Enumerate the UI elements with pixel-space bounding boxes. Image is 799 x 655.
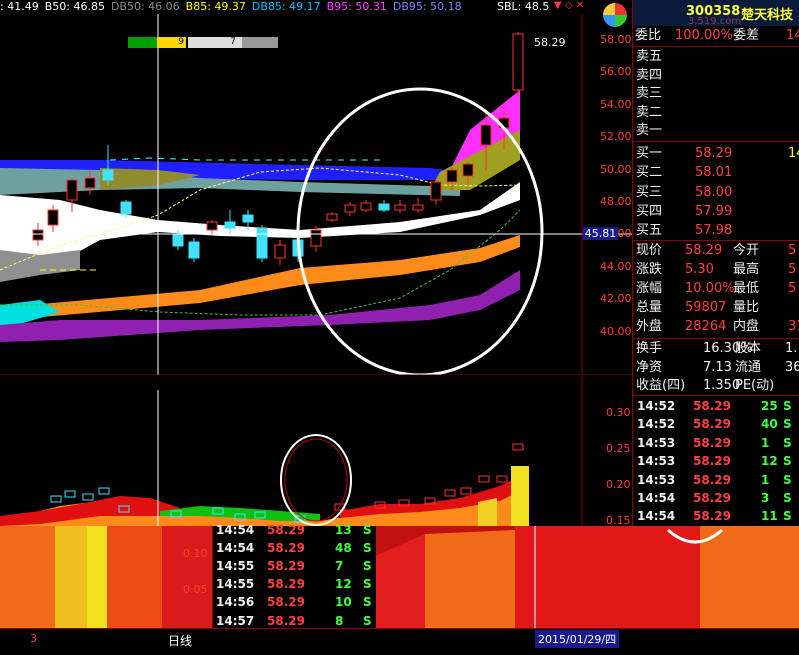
quote-row: 外盘28264内盘31: [636, 319, 799, 334]
quote-row: 总量 59807 量比: [636, 300, 760, 315]
window-control-icons[interactable]: ▼ ◇ ✕: [554, 0, 584, 11]
current-price-tag: 45.81: [583, 227, 618, 240]
bid-row: 买三 58.00: [636, 184, 733, 200]
candlestick-chart[interactable]: [0, 0, 632, 375]
stock-name: 楚天科技: [741, 8, 794, 23]
price-axis-label: 54.00: [600, 97, 632, 111]
tick-row: 14:53 58.29 1 S: [637, 435, 792, 450]
bid-row: 买四 57.99: [636, 203, 733, 219]
price-axis-label: 44.00: [600, 259, 632, 273]
legend-item: DB95: 50.18: [392, 0, 462, 13]
axis-label-005: 0.05: [183, 583, 208, 596]
tick-row: 14:55 58.29 7 S: [216, 559, 372, 574]
tick-row: 14:54 58.29 3 S: [637, 491, 792, 505]
sbl-label: SBL: 48.5: [497, 0, 550, 13]
legend-item: DB85: 49.17: [251, 0, 321, 13]
price-axis-label: 48.00: [600, 195, 632, 208]
legend-item: B85: 49.37: [185, 0, 246, 13]
indicator-axis-label: 0.30: [606, 406, 631, 419]
price-axis-label: 40.00: [600, 324, 632, 338]
indicator-axis-label: 0.20: [606, 478, 631, 491]
quote-panel: 300358 楚天科技 3.519.com 委比 100.00% 委差 14 卖…: [603, 0, 799, 526]
indicator-legend: : 41.49 B50: 46.85 DB50: 46.06 B85: 49.37 DB…: [0, 0, 468, 14]
bottom-left-number: 3: [30, 632, 37, 645]
quote-row: 涨幅 10.00% 最低 5: [636, 281, 797, 296]
bottom-heat-strip: 0.10 0.05: [0, 526, 799, 628]
tick-row: 14:52 58.29 40 S: [637, 417, 792, 432]
price-axis-label: 58.00: [600, 33, 632, 46]
tick-row: 14:55 58.29 12 S: [216, 577, 372, 592]
tick-list-middle[interactable]: 14:54 58.29 13 S 14:54 58.29 48 S 14:55 58.29 7 S 14…: [212, 523, 376, 646]
ask-row: 卖一: [636, 123, 663, 138]
bid-row: 买二 58.01: [636, 165, 733, 181]
tick-row: 14:56 58.29 10 S: [216, 595, 372, 610]
price-axis-label: 42.00: [600, 292, 632, 306]
watermark: 3.519.com: [688, 16, 742, 27]
price-axis-label: 52.00: [600, 130, 632, 144]
tick-row: 14:54 58.29 11 S: [637, 509, 792, 524]
ask-row: 卖三: [636, 86, 663, 101]
axis-label-010: 0.10: [183, 547, 208, 560]
main-chart-panel[interactable]: : 41.49 B50: 46.85 DB50: 46.06 B85: 49.37 DB…: [0, 0, 632, 375]
ask-row: 卖五: [636, 49, 663, 64]
legend-item: DB50: 46.06: [110, 0, 180, 13]
bottom-bar: 3 日线 2015/01/29/四: [0, 628, 799, 655]
gray-badge: 7: [188, 37, 278, 48]
fundamental-row: 净资 7.13 流通 36: [636, 359, 799, 375]
legend-item: : 41.49: [0, 0, 39, 13]
ask-row: 卖二: [636, 104, 663, 120]
tick-row: 14:57 58.29 8 S: [216, 613, 372, 628]
fundamental-row: 换手 16.30% 股本 1.: [636, 341, 798, 356]
period-tab-daily[interactable]: 日线: [168, 632, 192, 649]
indicator-axis-label: 0.25: [606, 442, 631, 455]
tick-row: 14:53 58.29 1 S: [637, 472, 792, 487]
price-axis-label: 50.00: [600, 162, 632, 176]
legend-item: B95: 50.31: [326, 0, 387, 13]
tick-row: 14:53 58.29 12 S: [637, 454, 792, 469]
tick-row: 14:54 58.29 48 S: [216, 541, 372, 556]
logo-icon: [603, 3, 627, 27]
bid-row: 买五 57.98: [636, 223, 733, 239]
ask-row: 卖四: [636, 67, 663, 83]
quote-row: 现价 58.29 今开 5: [636, 243, 797, 258]
tick-row: 14:52 58.29 25 S: [637, 399, 792, 413]
indicator-chart: [0, 376, 583, 526]
fundamental-row: 收益(四) 1.350 PE(动): [636, 378, 775, 393]
yellow-badge: 9: [128, 37, 186, 48]
stock-header: 300358 楚天科技 3.519.com: [603, 0, 799, 27]
quote-row: 涨跌 5.30 最高 5: [636, 262, 797, 277]
price-axis-label: 56.00: [600, 65, 632, 79]
volume-indicator-panel[interactable]: 0.30 0.25 0.20 0.15: [0, 376, 632, 527]
tick-row: 14:54 58.29 13 S: [216, 523, 372, 537]
bid-row: 买一58.2914: [636, 146, 799, 161]
legend-item: B50: 46.85: [44, 0, 105, 13]
order-ratio-row: 委比 100.00% 委差 14: [635, 28, 799, 43]
date-label: 2015/01/29/四: [535, 630, 620, 648]
peak-price-label: 58.29: [534, 36, 566, 49]
